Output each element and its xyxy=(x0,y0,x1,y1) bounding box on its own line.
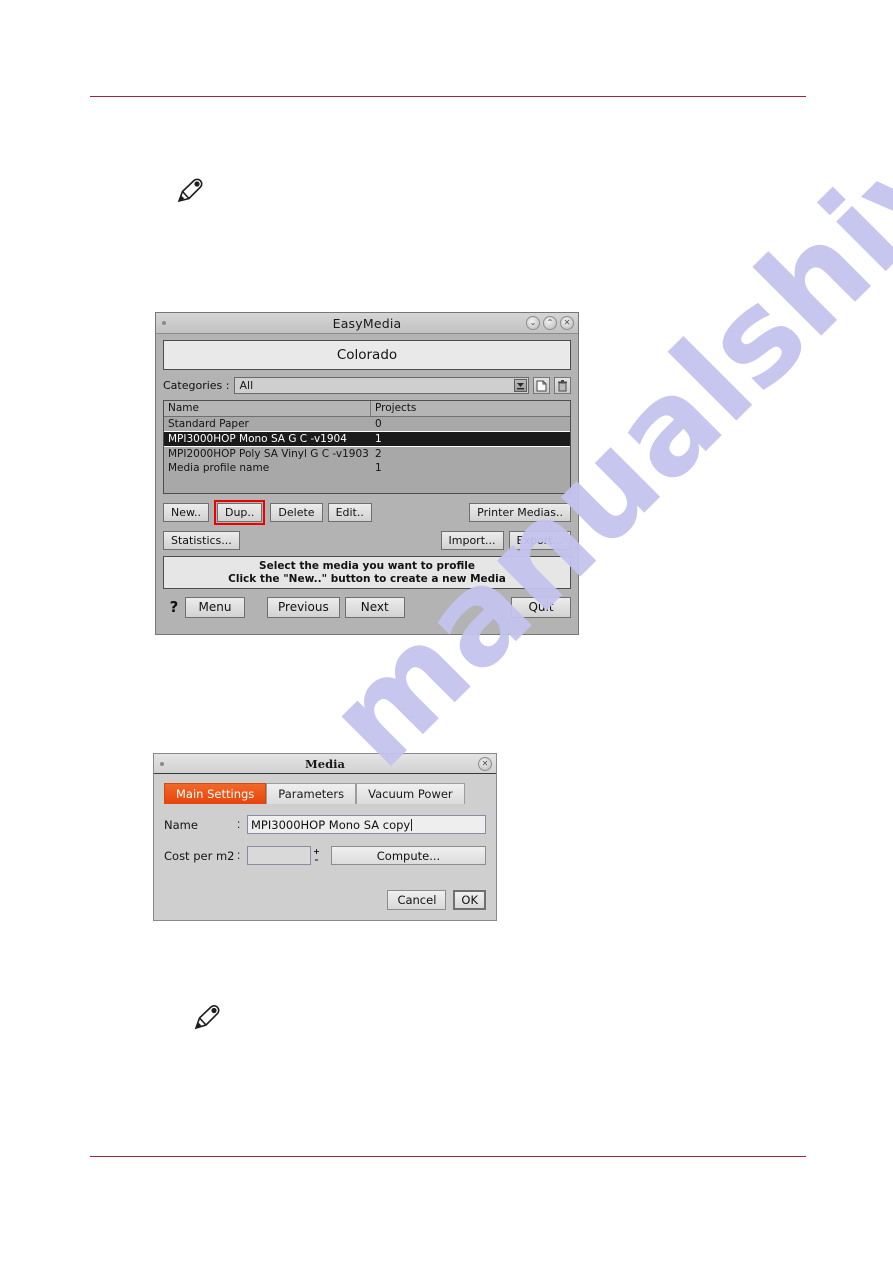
media-name: MPI3000HOP Mono SA G C -v1904 xyxy=(168,433,347,445)
easymedia-body: Colorado Categories : All Name Projects xyxy=(156,334,578,619)
cost-row: Cost per m2 : + – Compute... xyxy=(164,846,486,865)
table-row[interactable]: MPI3000HOP Mono SA G C -v1904 1 xyxy=(164,431,570,447)
previous-button[interactable]: Previous xyxy=(267,596,340,618)
easymedia-titlebar[interactable]: EasyMedia ⌄ ⌃ ✕ xyxy=(156,313,578,334)
media-dialog-tabs: Main Settings Parameters Vacuum Power xyxy=(164,783,486,804)
name-input[interactable]: MPI3000HOP Mono SA copy xyxy=(247,815,486,834)
menu-button[interactable]: Menu xyxy=(185,596,245,618)
cost-stepper[interactable]: + – xyxy=(311,846,322,865)
window-menu-icon[interactable] xyxy=(162,321,166,325)
new-button[interactable]: New.. xyxy=(163,503,209,522)
media-dialog-body: Main Settings Parameters Vacuum Power Na… xyxy=(154,774,496,865)
easymedia-footer: ? Menu Previous Next Quit xyxy=(163,595,571,619)
dup-button-highlight: Dup.. xyxy=(213,500,266,525)
media-name: Standard Paper xyxy=(168,418,249,430)
categories-row: Categories : All xyxy=(163,377,571,394)
compute-button[interactable]: Compute... xyxy=(331,846,486,865)
easymedia-title: EasyMedia xyxy=(332,315,402,331)
printer-banner: Colorado xyxy=(163,340,571,370)
chevron-down-icon[interactable] xyxy=(514,379,527,392)
media-dialog-window-controls: ✕ xyxy=(478,757,492,771)
dup-button[interactable]: Dup.. xyxy=(216,503,263,522)
printer-medias-button[interactable]: Printer Medias.. xyxy=(469,503,571,522)
media-dialog-footer: Cancel OK xyxy=(387,890,486,910)
trash-icon[interactable] xyxy=(554,377,571,394)
status-message-line-1: Select the media you want to profile xyxy=(259,559,475,572)
media-projects: 2 xyxy=(375,448,382,460)
help-icon[interactable]: ? xyxy=(163,598,185,616)
table-row[interactable]: Media profile name 1 xyxy=(164,461,570,475)
name-input-value: MPI3000HOP Mono SA copy xyxy=(251,817,411,832)
delete-button[interactable]: Delete xyxy=(270,503,323,522)
table-row[interactable]: Standard Paper 0 xyxy=(164,417,570,431)
column-header-projects: Projects xyxy=(375,402,417,414)
categories-value: All xyxy=(239,379,254,392)
tab-parameters[interactable]: Parameters xyxy=(266,783,357,804)
pencil-note-icon xyxy=(190,1003,220,1038)
media-dialog: Media ✕ Main Settings Parameters Vacuum … xyxy=(153,753,497,921)
media-name: Media profile name xyxy=(168,462,270,474)
import-button[interactable]: Import... xyxy=(440,531,504,550)
ok-button[interactable]: OK xyxy=(453,890,486,910)
cost-input[interactable] xyxy=(247,846,311,865)
name-row: Name : MPI3000HOP Mono SA copy xyxy=(164,815,486,834)
cancel-button[interactable]: Cancel xyxy=(387,890,447,910)
media-dialog-titlebar[interactable]: Media ✕ xyxy=(154,754,496,774)
media-actions-row: New.. Dup.. Delete Edit.. Printer Medias… xyxy=(163,500,571,525)
maximize-icon[interactable]: ⌃ xyxy=(543,316,557,330)
stepper-down-icon[interactable]: – xyxy=(315,855,319,864)
table-row[interactable]: MPI2000HOP Poly SA Vinyl G C -v1903 2 xyxy=(164,447,570,461)
pencil-note-icon xyxy=(173,177,203,210)
column-header-name: Name xyxy=(164,401,371,416)
name-colon: : xyxy=(237,818,241,831)
media-list-header: Name Projects xyxy=(164,401,570,417)
close-icon[interactable]: ✕ xyxy=(478,757,492,771)
close-icon[interactable]: ✕ xyxy=(560,316,574,330)
minimize-icon[interactable]: ⌄ xyxy=(526,316,540,330)
cost-label: Cost per m2 xyxy=(164,848,235,863)
new-document-icon[interactable] xyxy=(533,377,550,394)
name-label: Name xyxy=(164,817,198,832)
media-list[interactable]: Name Projects Standard Paper 0 MPI3000HO… xyxy=(163,400,571,494)
status-message-line-2: Click the "New.." button to create a new… xyxy=(228,572,506,585)
cost-colon: : xyxy=(237,849,241,862)
window-controls: ⌄ ⌃ ✕ xyxy=(526,316,574,330)
export-button[interactable]: Export... xyxy=(508,531,571,550)
page-header-rule xyxy=(90,96,806,97)
text-caret xyxy=(411,818,413,831)
status-message: Select the media you want to profile Cli… xyxy=(163,556,571,589)
page-footer-rule xyxy=(90,1156,806,1157)
statistics-button[interactable]: Statistics... xyxy=(163,531,240,550)
tab-vacuum-power[interactable]: Vacuum Power xyxy=(356,783,465,804)
window-menu-icon[interactable] xyxy=(160,762,164,766)
tab-main-settings[interactable]: Main Settings xyxy=(164,783,267,804)
categories-label: Categories : xyxy=(163,379,230,392)
media-actions-row-2: Statistics... Import... Export... xyxy=(163,531,571,550)
media-name: MPI2000HOP Poly SA Vinyl G C -v1903 xyxy=(168,448,369,460)
media-projects: 0 xyxy=(375,418,382,430)
quit-button[interactable]: Quit xyxy=(511,596,571,618)
media-dialog-title: Media xyxy=(305,756,345,771)
categories-select[interactable]: All xyxy=(233,377,529,394)
media-projects: 1 xyxy=(375,462,382,474)
easymedia-window: EasyMedia ⌄ ⌃ ✕ Colorado Categories : Al… xyxy=(155,312,579,635)
edit-button[interactable]: Edit.. xyxy=(327,503,372,522)
media-projects: 1 xyxy=(375,433,382,445)
next-button[interactable]: Next xyxy=(344,596,405,618)
